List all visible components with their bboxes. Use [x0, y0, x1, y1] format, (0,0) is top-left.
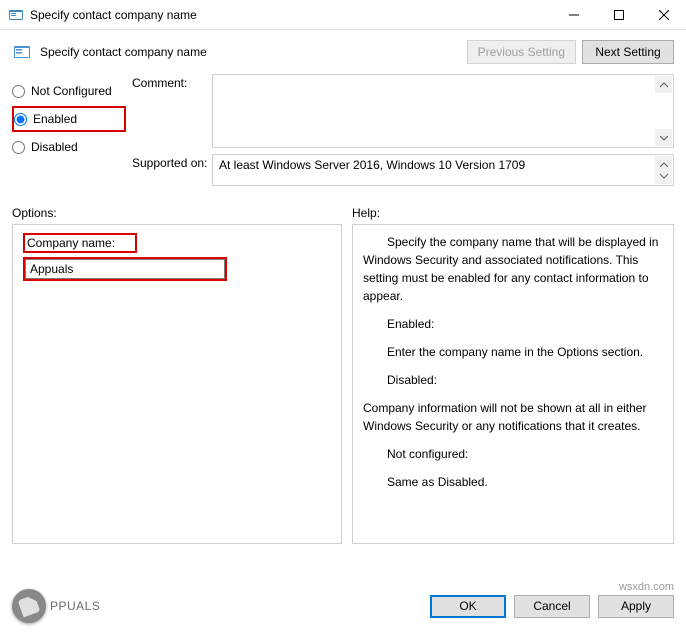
supported-on-box: At least Windows Server 2016, Windows 10… [212, 154, 674, 186]
help-notconfigured-text: Same as Disabled. [363, 473, 663, 491]
radio-not-configured-label: Not Configured [31, 84, 112, 98]
close-button[interactable] [641, 0, 686, 29]
state-radios: Not Configured Enabled Disabled [12, 74, 132, 192]
help-notconfigured-heading: Not configured: [363, 445, 663, 463]
watermark-logo-icon [12, 589, 46, 623]
footer: PPUALS OK Cancel Apply [0, 579, 686, 633]
watermark: PPUALS [12, 589, 430, 623]
comment-label: Comment: [132, 74, 212, 148]
help-intro: Specify the company name that will be di… [363, 233, 663, 305]
help-pane: Specify the company name that will be di… [352, 224, 674, 544]
scroll-down-icon[interactable] [655, 129, 672, 146]
supported-on-text: At least Windows Server 2016, Windows 10… [219, 158, 525, 172]
window-controls [551, 0, 686, 29]
radio-not-configured-input[interactable] [12, 85, 25, 98]
maximize-button[interactable] [596, 0, 641, 29]
apply-button[interactable]: Apply [598, 595, 674, 618]
radio-enabled[interactable]: Enabled [12, 106, 126, 132]
next-setting-button[interactable]: Next Setting [582, 40, 674, 64]
supported-label: Supported on: [132, 154, 212, 186]
policy-title: Specify contact company name [40, 45, 467, 59]
help-heading: Help: [352, 206, 674, 220]
watermark-text: PPUALS [50, 599, 100, 613]
options-pane: Company name: [12, 224, 342, 544]
header: Specify contact company name Previous Se… [0, 30, 686, 70]
options-heading: Options: [12, 206, 352, 220]
scroll-up-icon[interactable] [655, 76, 672, 93]
radio-disabled-label: Disabled [31, 140, 78, 154]
scroll-down-icon[interactable] [655, 167, 672, 184]
company-name-input[interactable] [25, 259, 225, 279]
help-enabled-heading: Enabled: [363, 315, 663, 333]
comment-textarea[interactable] [212, 74, 674, 148]
config-area: Not Configured Enabled Disabled Comment:… [0, 70, 686, 192]
radio-disabled[interactable]: Disabled [12, 134, 132, 160]
cancel-button[interactable]: Cancel [514, 595, 590, 618]
radio-enabled-label: Enabled [33, 112, 77, 126]
titlebar: Specify contact company name [0, 0, 686, 30]
window-title: Specify contact company name [30, 8, 551, 22]
minimize-button[interactable] [551, 0, 596, 29]
policy-icon [12, 42, 32, 62]
panes: Company name: Specify the company name t… [0, 224, 686, 544]
radio-enabled-input[interactable] [14, 113, 27, 126]
help-disabled-heading: Disabled: [363, 371, 663, 389]
radio-disabled-input[interactable] [12, 141, 25, 154]
radio-not-configured[interactable]: Not Configured [12, 78, 132, 104]
pane-labels: Options: Help: [0, 192, 686, 224]
ok-button[interactable]: OK [430, 595, 506, 618]
company-name-label: Company name: [23, 233, 137, 253]
previous-setting-button: Previous Setting [467, 40, 576, 64]
help-enabled-text: Enter the company name in the Options se… [363, 343, 663, 361]
help-disabled-text: Company information will not be shown at… [363, 399, 663, 435]
window-icon [8, 7, 24, 23]
